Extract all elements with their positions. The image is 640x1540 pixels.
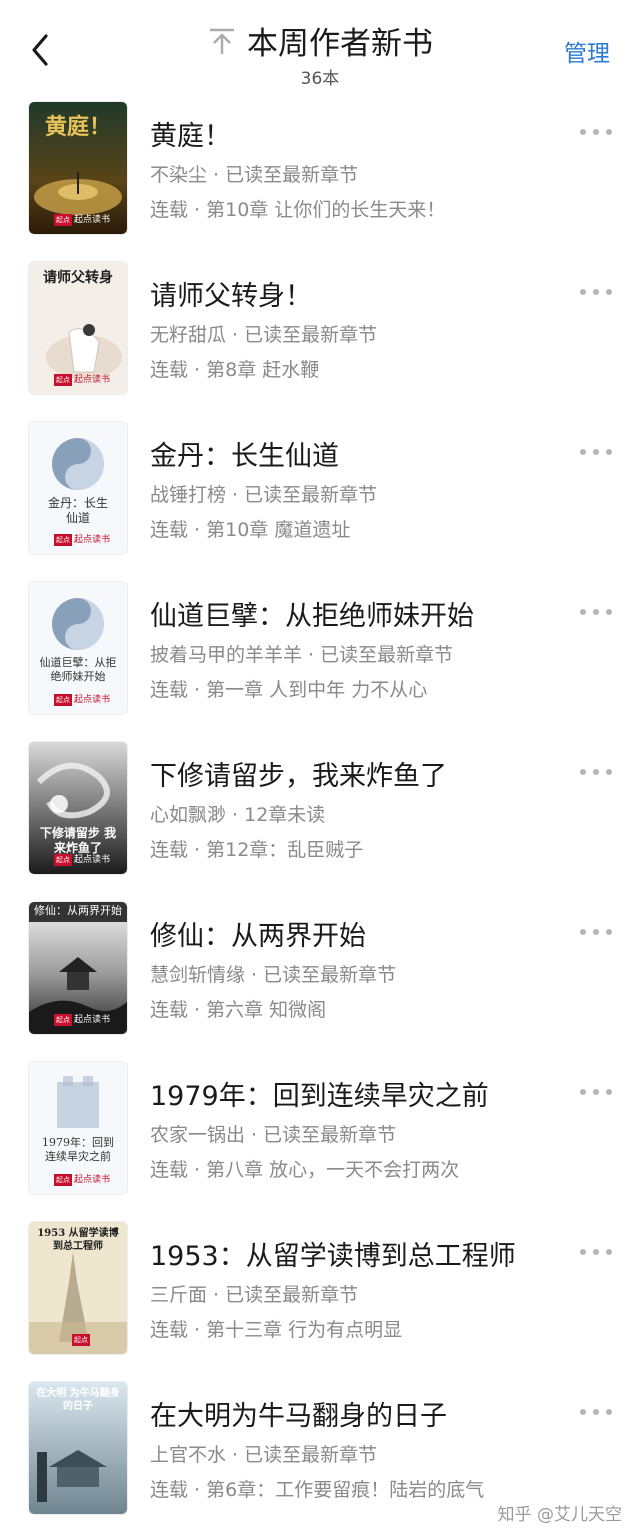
book-item[interactable]: 黄庭！ 起点 起点读书 黄庭！ 不染尘 · 已读至最新章节 连载 · 第10章 让… (0, 100, 640, 260)
book-latest-chapter: 连载 · 第10章 让你们的长生天来！ (150, 199, 446, 221)
book-author-status: 三斤面 · 已读至最新章节 (150, 1284, 359, 1306)
book-item[interactable]: 金丹：长生仙道 起点 起点读书 金丹：长生仙道 战锤打榜 · 已读至最新章节 连载… (0, 420, 640, 580)
book-author-status: 上官不水 · 已读至最新章节 (150, 1444, 378, 1466)
top-bar: 本周作者新书 36本 管理 (0, 0, 640, 90)
book-latest-chapter: 连载 · 第一章 人到中年 力不从心 (150, 679, 428, 701)
book-cover[interactable]: 修仙：从两界开始 起点 起点读书 (29, 902, 127, 1034)
book-cover[interactable]: 请师父转身 起点 起点读书 (29, 262, 127, 394)
page-title: 本周作者新书 (247, 26, 433, 62)
cover-title: 金丹：长生仙道 (47, 496, 108, 525)
publisher-badge: 起点 起点读书 (53, 1014, 110, 1026)
book-item[interactable]: 1953 从留学读博到总工程师 起点 1953：从留学读博到总工程师 三斤面 ·… (0, 1220, 640, 1380)
book-cover[interactable]: 金丹：长生仙道 起点 起点读书 (29, 422, 127, 554)
more-options-icon[interactable] (578, 1246, 614, 1258)
more-options-icon[interactable] (578, 606, 614, 618)
watermark: 知乎 @艾儿天空 (497, 1505, 622, 1525)
book-title: 仙道巨擘：从拒绝师妹开始 (150, 601, 474, 632)
book-latest-chapter: 连载 · 第8章 赶水鞭 (150, 359, 320, 381)
book-latest-chapter: 连载 · 第6章：工作要留痕！陆岩的底气 (150, 1479, 485, 1501)
more-options-icon[interactable] (578, 1406, 614, 1418)
book-title: 1953：从留学读博到总工程师 (150, 1241, 516, 1272)
book-author-status: 农家一锅出 · 已读至最新章节 (150, 1124, 397, 1146)
publisher-badge: 起点 起点读书 (53, 534, 110, 546)
publisher-badge: 起点 起点读书 (53, 214, 110, 226)
book-author-status: 披着马甲的羊羊羊 · 已读至最新章节 (150, 644, 454, 666)
publisher-badge: 起点 起点读书 (53, 694, 110, 706)
publisher-badge: 起点 (72, 1334, 90, 1346)
book-latest-chapter: 连载 · 第十三章 行为有点明显 (150, 1319, 403, 1341)
book-cover[interactable]: 1953 从留学读博到总工程师 起点 (29, 1222, 127, 1354)
book-title: 黄庭！ (150, 121, 231, 152)
book-title: 修仙：从两界开始 (150, 921, 366, 952)
pin-to-top-icon[interactable] (207, 26, 237, 56)
book-item[interactable]: 请师父转身 起点 起点读书 请师父转身！ 无籽甜瓜 · 已读至最新章节 连载 · … (0, 260, 640, 420)
book-cover[interactable]: 下修请留步 我来炸鱼了 起点 起点读书 (29, 742, 127, 874)
cover-title: 请师父转身 (43, 270, 113, 286)
book-title: 金丹：长生仙道 (150, 441, 339, 472)
book-cover[interactable]: 1979年：回到连续旱灾之前 起点 起点读书 (29, 1062, 127, 1194)
book-item[interactable]: 修仙：从两界开始 起点 起点读书 修仙：从两界开始 慧剑斩情缘 · 已读至最新章节… (0, 900, 640, 1060)
cover-title: 1979年：回到连续旱灾之前 (42, 1136, 114, 1163)
book-list: 黄庭！ 起点 起点读书 黄庭！ 不染尘 · 已读至最新章节 连载 · 第10章 让… (0, 100, 640, 1540)
book-item[interactable]: 1979年：回到连续旱灾之前 起点 起点读书 1979年：回到连续旱灾之前 农家一… (0, 1060, 640, 1220)
book-latest-chapter: 连载 · 第12章：乱臣贼子 (150, 839, 364, 861)
more-options-icon[interactable] (578, 1086, 614, 1098)
book-title: 1979年：回到连续旱灾之前 (150, 1081, 489, 1112)
book-item[interactable]: 下修请留步 我来炸鱼了 起点 起点读书 下修请留步，我来炸鱼了 心如飘渺 · 12… (0, 740, 640, 900)
book-title: 请师父转身！ (150, 281, 312, 312)
book-cover[interactable]: 仙道巨擘：从拒绝师妹开始 起点 起点读书 (29, 582, 127, 714)
cover-title: 1953 从留学读博到总工程师 (37, 1228, 119, 1252)
book-cover[interactable]: 黄庭！ 起点 起点读书 (29, 102, 127, 234)
cover-title: 黄庭！ (44, 114, 111, 140)
more-options-icon[interactable] (578, 446, 614, 458)
book-title: 在大明为牛马翻身的日子 (150, 1401, 447, 1432)
more-options-icon[interactable] (578, 926, 614, 938)
cover-title: 在大明 为牛马翻身的日子 (36, 1388, 120, 1412)
book-author-status: 不染尘 · 已读至最新章节 (150, 164, 359, 186)
publisher-badge: 起点 起点读书 (53, 1174, 110, 1186)
book-item[interactable]: 仙道巨擘：从拒绝师妹开始 起点 起点读书 仙道巨擘：从拒绝师妹开始 披着马甲的羊羊… (0, 580, 640, 740)
book-count: 36本 (300, 69, 340, 89)
book-cover[interactable]: 在大明 为牛马翻身的日子 (29, 1382, 127, 1514)
book-latest-chapter: 连载 · 第10章 魔道遗址 (150, 519, 351, 541)
cover-title: 仙道巨擘：从拒绝师妹开始 (39, 656, 117, 683)
book-author-status: 慧剑斩情缘 · 已读至最新章节 (150, 964, 397, 986)
publisher-badge: 起点 起点读书 (53, 854, 110, 866)
book-author-status: 战锤打榜 · 已读至最新章节 (150, 484, 378, 506)
book-title: 下修请留步，我来炸鱼了 (150, 761, 447, 792)
manage-button[interactable]: 管理 (564, 34, 610, 68)
book-author-status: 心如飘渺 · 12章未读 (150, 804, 326, 826)
publisher-badge: 起点 起点读书 (53, 374, 110, 386)
cover-title: 修仙：从两界开始 (34, 904, 122, 917)
title-block: 本周作者新书 36本 (0, 18, 640, 89)
book-latest-chapter: 连载 · 第六章 知微阁 (150, 999, 327, 1021)
more-options-icon[interactable] (578, 286, 614, 298)
book-latest-chapter: 连载 · 第八章 放心，一天不会打两次 (150, 1159, 460, 1181)
more-options-icon[interactable] (578, 766, 614, 778)
more-options-icon[interactable] (578, 126, 614, 138)
book-author-status: 无籽甜瓜 · 已读至最新章节 (150, 324, 378, 346)
